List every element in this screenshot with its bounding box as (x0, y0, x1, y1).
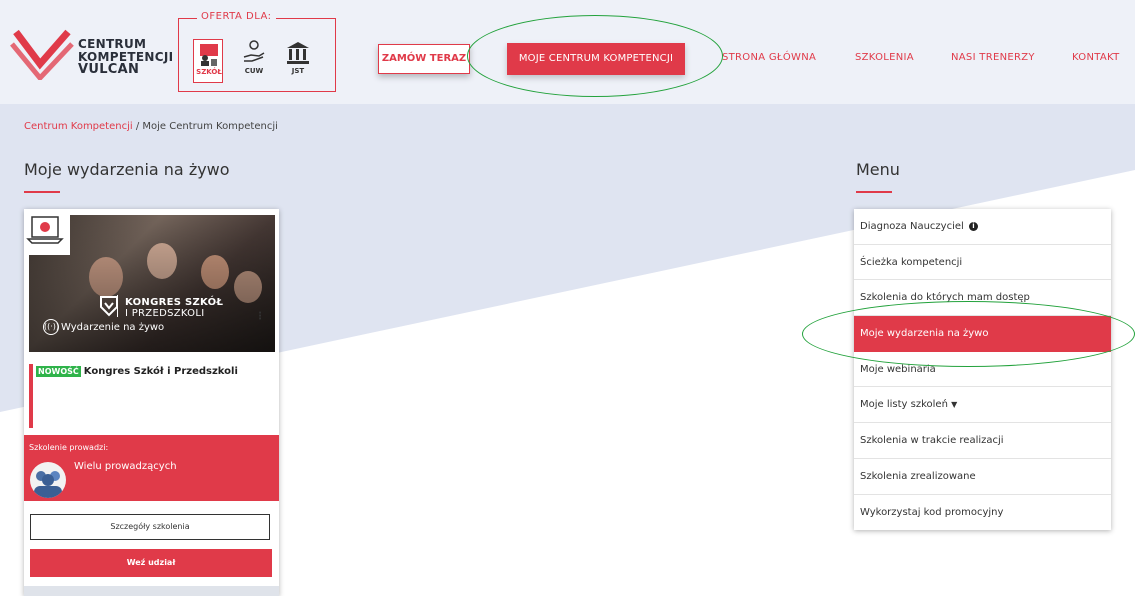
menu-item-label: Moje webinaria (860, 363, 936, 375)
congress-logo-icon (100, 296, 118, 317)
new-badge: NOWOŚĆ (36, 366, 81, 377)
page-title-underline (24, 191, 60, 193)
trainer-label: Szkolenie prowadzi: (29, 443, 109, 452)
live-event-text: Wydarzenie na żywo (61, 322, 165, 333)
my-competence-center-button[interactable]: MOJE CENTRUM KOMPETENCJI (507, 43, 685, 75)
menu-item-label: Szkolenia zrealizowane (860, 470, 976, 482)
breadcrumb: Centrum Kompetencji / Moje Centrum Kompe… (24, 121, 278, 132)
menu-item-completed-trainings[interactable]: Szkolenia zrealizowane (854, 459, 1111, 495)
trainer-section: Szkolenie prowadzi: Wielu prowadzących (24, 435, 279, 501)
group-avatar-icon (34, 471, 62, 498)
nav-trainers[interactable]: NASI TRENERZY (951, 52, 1035, 63)
trainer-name: Wielu prowadzących (74, 461, 177, 472)
offer-cuw-label: CUW (244, 67, 264, 75)
laptop-badge (24, 209, 70, 255)
join-button[interactable]: Weź udział (30, 549, 272, 577)
menu-item-promo-code[interactable]: Wykorzystaj kod promocyjny (854, 495, 1111, 531)
offer-schools[interactable]: SZKÓŁ (193, 39, 223, 83)
menu-item-label: Diagnoza Nauczyciel (860, 221, 964, 232)
congress-logo-line-1: KONGRES SZKÓŁ (125, 297, 224, 308)
menu-item-label: Moje listy szkoleń (860, 399, 948, 411)
menu-item-my-webinars[interactable]: Moje webinaria (854, 352, 1111, 388)
offer-title: OFERTA DLA: (197, 11, 276, 22)
offer-schools-label: SZKÓŁ (196, 68, 222, 76)
card-title-accent (29, 364, 33, 428)
menu-title-underline (856, 191, 892, 193)
menu-item-my-training-lists[interactable]: Moje listy szkoleń ▼ (854, 387, 1111, 424)
live-event-label: ((·)) Wydarzenie na żywo (43, 319, 164, 335)
nav-home[interactable]: STRONA GŁÓWNA (722, 52, 816, 63)
menu-item-label: Szkolenia do których mam dostęp (860, 292, 1030, 304)
site-header: CENTRUM KOMPETENCJI VULCAN OFERTA DLA: S… (0, 0, 1135, 104)
menu-item-label: Szkolenia w trakcie realizacji (860, 435, 1004, 447)
congress-logo-text: KONGRES SZKÓŁ I PRZEDSZKOLI (125, 297, 223, 319)
trainer-avatar (30, 462, 66, 498)
breadcrumb-current: Moje Centrum Kompetencji (142, 121, 278, 132)
order-now-button[interactable]: ZAMÓW TERAZ (378, 44, 470, 74)
caret-down-icon: ▼ (951, 400, 958, 410)
offer-jst[interactable]: JST (283, 39, 313, 83)
event-title-text: Kongres Szkół i Przedszkoli (83, 366, 238, 377)
offer-cuw[interactable]: CUW (239, 39, 269, 83)
page-title: Moje wydarzenia na żywo (24, 160, 230, 179)
congress-logo-line-2: I PRZEDSZKOLI (125, 308, 205, 319)
more-options-icon[interactable]: ⋮ (255, 311, 265, 322)
logo-divider (117, 295, 118, 317)
menu-item-label: Wykorzystaj kod promocyjny (860, 506, 1004, 518)
nav-trainings[interactable]: SZKOLENIA (855, 52, 914, 63)
laptop-icon (26, 216, 64, 244)
offer-jst-label: JST (291, 67, 305, 75)
nav-contact[interactable]: KONTAKT (1072, 52, 1120, 63)
card-footer (24, 586, 279, 596)
menu-item-trainings-in-progress[interactable]: Szkolenia w trakcie realizacji (854, 423, 1111, 459)
government-building-icon (287, 42, 309, 64)
breadcrumb-separator: / (132, 121, 143, 132)
offer-box: OFERTA DLA: SZKÓŁ CUW JST (178, 11, 336, 92)
training-details-button[interactable]: Szczegóły szkolenia (30, 514, 270, 540)
menu-item-teacher-diagnosis[interactable]: Diagnoza Nauczyciel i (854, 209, 1111, 245)
hand-coins-icon (243, 40, 265, 62)
menu-item-label: Moje wydarzenia na żywo (860, 328, 989, 340)
breadcrumb-root[interactable]: Centrum Kompetencji (24, 121, 133, 132)
side-menu: Diagnoza Nauczyciel i Ścieżka kompetencj… (854, 209, 1111, 531)
event-title[interactable]: NOWOŚĆ Kongres Szkół i Przedszkoli (36, 366, 238, 377)
school-icon (200, 44, 218, 66)
info-icon[interactable]: i (968, 221, 978, 231)
menu-title: Menu (856, 160, 900, 179)
menu-item-competence-path[interactable]: Ścieżka kompetencji (854, 245, 1111, 281)
menu-item-my-live-events[interactable]: Moje wydarzenia na żywo (854, 316, 1111, 352)
logo-text: CENTRUM KOMPETENCJI VULCAN (78, 38, 173, 77)
menu-item-accessible-trainings[interactable]: Szkolenia do których mam dostęp (854, 280, 1111, 317)
logo-line-3: VULCAN (78, 62, 140, 77)
live-broadcast-icon: ((·)) (43, 319, 59, 335)
menu-item-label: Ścieżka kompetencji (860, 256, 963, 268)
event-card: KONGRES SZKÓŁ I PRZEDSZKOLI ((·)) Wydarze… (24, 209, 279, 596)
